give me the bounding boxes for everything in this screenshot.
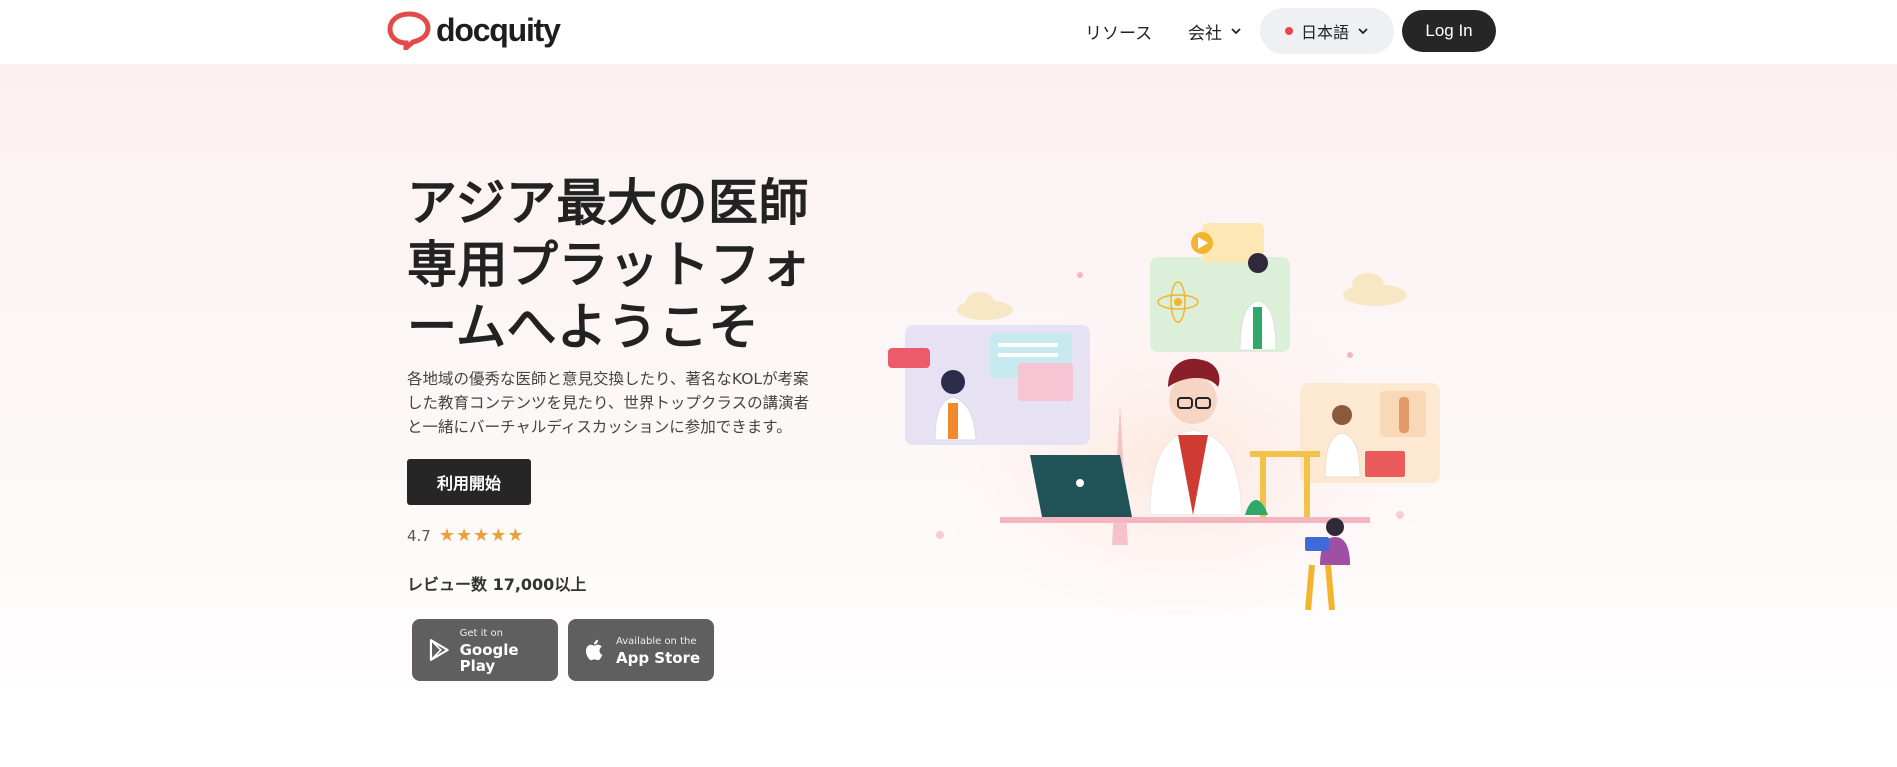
star-icon: ★ <box>438 525 455 546</box>
hero-title-line: 専用プラットフォ <box>407 236 811 294</box>
star-icon: ★ <box>473 525 490 546</box>
hero-description-line: と一緒にバーチャルディスカッションに参加できます。 <box>407 418 792 436</box>
chevron-down-icon <box>1231 28 1241 35</box>
rating-stars: ★ ★ ★ ★ ★ <box>439 527 524 545</box>
docquity-logo-icon <box>387 11 431 50</box>
hero-illustration <box>888 223 1440 615</box>
app-rating: 4.7 ★ ★ ★ ★ ★ <box>407 527 524 546</box>
get-started-button[interactable]: 利用開始 <box>407 459 531 505</box>
language-label: 日本語 <box>1300 23 1349 42</box>
app-store-button[interactable]: Available on the App Store <box>568 619 714 681</box>
cloud-icon <box>957 292 1013 320</box>
nav-company-dropdown[interactable]: 会社 <box>1188 18 1242 44</box>
cloud-icon <box>1343 273 1407 306</box>
logo-text: docquity <box>436 11 561 48</box>
google-play-label: Google Play <box>459 641 519 675</box>
hero-description: 各地域の優秀な医師と意見交換したり、著名なKOLが考案 した教育コンテンツを見た… <box>407 367 832 439</box>
google-play-small-label: Get it on <box>459 628 503 639</box>
app-store-label: App Store <box>616 649 701 667</box>
rating-value: 4.7 <box>407 527 431 545</box>
star-icon: ★ <box>507 525 524 546</box>
language-dot-icon <box>1284 27 1293 35</box>
apple-icon <box>585 639 603 661</box>
nav-resources[interactable]: リソース <box>1085 18 1152 44</box>
site-header: docquity リソース 会社 日本語 Log In <box>0 0 1897 64</box>
hero-title-line: ームへようこそ <box>407 298 759 356</box>
language-selector[interactable]: 日本語 <box>1260 8 1394 54</box>
review-count: レビュー数 17,000以上 <box>407 575 587 594</box>
chevron-down-icon <box>1358 28 1368 35</box>
hero-description-line: した教育コンテンツを見たり、世界トップクラスの講演者 <box>407 394 810 412</box>
docquity-logo[interactable]: docquity <box>386 10 561 50</box>
app-store-text: Available on the App Store <box>616 634 700 666</box>
hero-title: アジア最大の医師 専用プラットフォ ームへようこそ <box>407 172 827 358</box>
google-play-button[interactable]: Get it on Google Play <box>412 619 558 681</box>
star-icon: ★ <box>456 525 473 546</box>
nav-resources-label: リソース <box>1085 23 1153 44</box>
nav-company-label: 会社 <box>1188 23 1222 44</box>
google-play-icon <box>429 639 449 661</box>
hero-description-line: 各地域の優秀な医師と意見交換したり、著名なKOLが考案 <box>407 370 809 388</box>
hero-title-line: アジア最大の医師 <box>407 174 809 232</box>
google-play-text: Get it on Google Play <box>460 626 558 674</box>
login-button[interactable]: Log In <box>1402 10 1496 52</box>
app-store-small-label: Available on the <box>616 636 697 647</box>
star-icon: ★ <box>490 525 507 546</box>
